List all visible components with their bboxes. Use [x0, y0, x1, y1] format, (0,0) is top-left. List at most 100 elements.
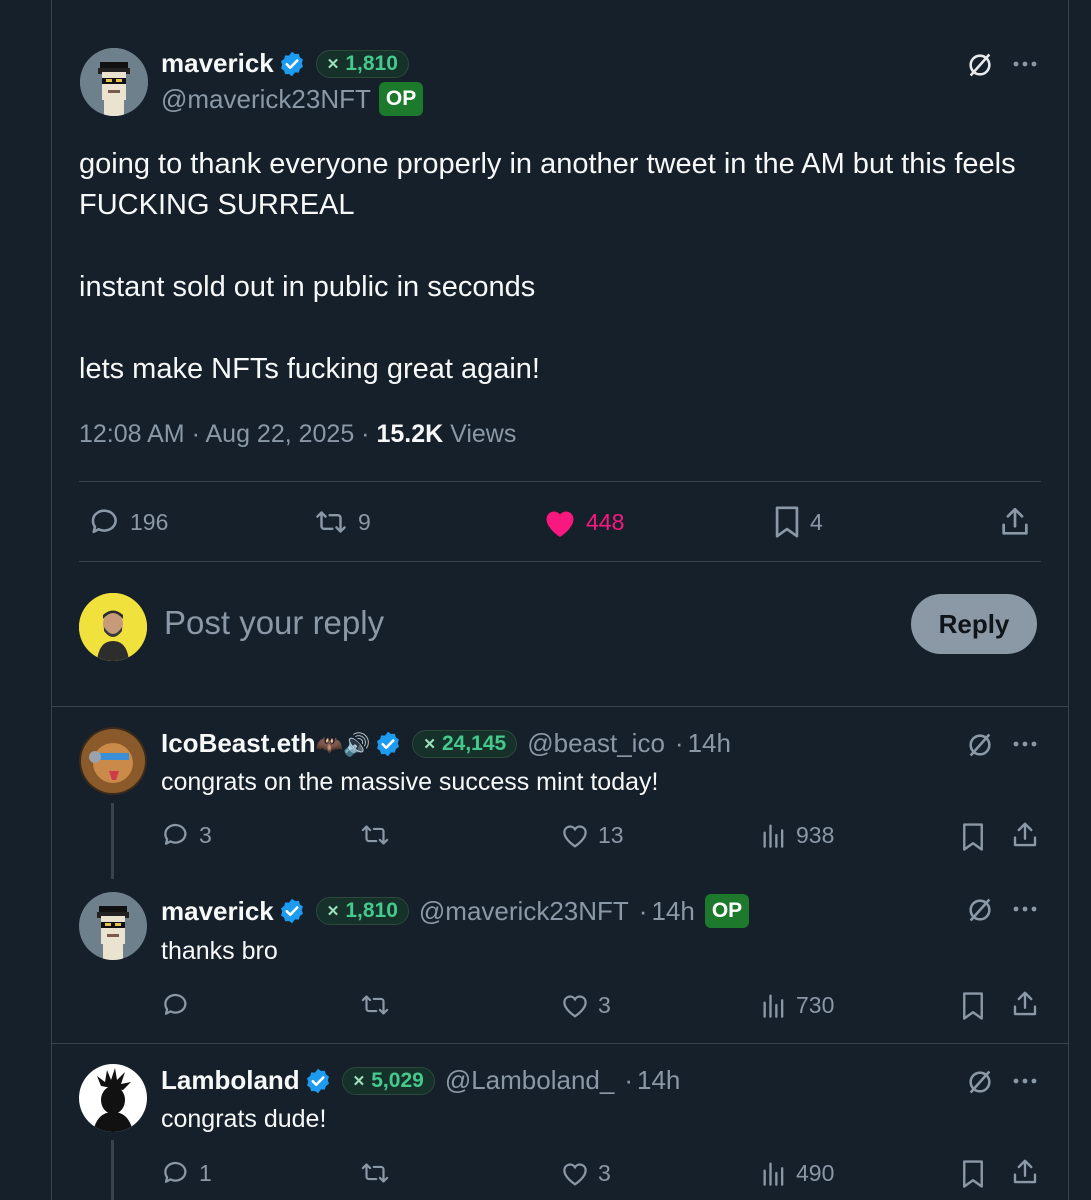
score-badge: ✕ 1,810 — [315, 49, 409, 78]
thread-line — [111, 803, 114, 879]
x-icon: ✕ — [352, 1072, 366, 1090]
grok-icon[interactable] — [966, 1068, 994, 1096]
more-options-icon[interactable] — [1012, 1072, 1038, 1090]
reply-text: congrats on the massive success mint tod… — [161, 768, 659, 796]
x-icon: ✕ — [326, 55, 340, 73]
grok-icon[interactable] — [966, 896, 994, 924]
repost-icon — [361, 995, 389, 1015]
reply-icon — [91, 509, 117, 534]
heart-icon — [563, 825, 587, 848]
analytics-icon — [763, 1162, 784, 1186]
reply-action[interactable]: 196 — [88, 505, 168, 539]
reply-author-name[interactable]: Lamboland — [161, 1065, 300, 1096]
verified-badge-icon — [280, 51, 303, 76]
more-options-icon[interactable] — [1012, 735, 1038, 753]
repost-action[interactable] — [358, 1158, 400, 1188]
reply-button[interactable]: Reply — [911, 594, 1037, 654]
grok-icon[interactable] — [966, 731, 994, 759]
post-paragraph: instant sold out in public in seconds — [79, 271, 536, 303]
bookmark-icon — [775, 506, 799, 538]
x-icon: ✕ — [423, 735, 436, 753]
more-options-icon[interactable] — [1012, 55, 1038, 73]
x-icon: ✕ — [326, 903, 340, 920]
reply-time[interactable]: 14h — [688, 728, 731, 759]
reply-icon — [164, 1161, 187, 1183]
score-badge: ✕ 1,810 — [315, 897, 409, 925]
reply-author-handle[interactable]: @maverick23NFT — [419, 896, 629, 927]
reply-text: thanks bro — [161, 937, 278, 965]
like-action[interactable]: 13 — [560, 820, 624, 850]
analytics-icon — [763, 824, 784, 848]
share-icon[interactable] — [1010, 989, 1040, 1019]
verified-badge-icon — [280, 898, 303, 924]
repost-icon — [361, 1163, 389, 1183]
author-name[interactable]: maverick — [161, 48, 274, 79]
grok-icon[interactable] — [966, 51, 994, 79]
bookmark-icon[interactable] — [960, 991, 986, 1021]
repost-icon — [316, 511, 346, 533]
heart-filled-icon — [546, 511, 574, 537]
share-icon[interactable] — [1010, 1157, 1040, 1187]
bookmark-icon[interactable] — [960, 822, 986, 852]
reply-action[interactable]: 1 — [161, 1158, 212, 1188]
repost-action[interactable] — [358, 990, 400, 1020]
repost-action[interactable] — [358, 820, 400, 850]
like-action[interactable]: 3 — [560, 1158, 611, 1188]
lion-avatar-icon — [79, 727, 147, 795]
thread-line — [111, 1140, 114, 1200]
reply-avatar[interactable] — [79, 727, 147, 795]
views-label: Views — [450, 420, 517, 448]
reply-icon — [164, 993, 187, 1015]
score-badge: ✕ 24,145 — [412, 729, 518, 758]
repost-icon — [361, 825, 389, 845]
reply-action[interactable]: 3 — [161, 820, 212, 850]
more-options-icon[interactable] — [1012, 900, 1038, 918]
reply-text: congrats dude! — [161, 1105, 327, 1133]
views-action[interactable]: 730 — [760, 990, 834, 1020]
user-photo-icon — [79, 593, 147, 661]
reply-avatar[interactable] — [79, 892, 147, 960]
reply-author-name[interactable]: maverick — [161, 896, 274, 927]
post-body: going to thank everyone properly in anot… — [79, 144, 1039, 390]
reply-input[interactable]: Post your reply — [164, 604, 384, 642]
reply-time[interactable]: 14h — [651, 896, 694, 927]
post-time[interactable]: 12:08 AM — [79, 420, 185, 448]
views-count: 15.2K — [376, 420, 444, 448]
heart-icon — [563, 995, 587, 1018]
views-action[interactable]: 490 — [760, 1158, 834, 1188]
like-action[interactable]: 448 — [542, 505, 624, 539]
silhouette-avatar-icon — [79, 1064, 147, 1132]
repost-action[interactable]: 9 — [312, 505, 371, 539]
author-avatar[interactable] — [80, 48, 148, 116]
verified-badge-icon — [306, 1068, 329, 1093]
verified-badge-icon — [377, 731, 400, 756]
reply-avatar[interactable] — [79, 1064, 147, 1132]
divider — [79, 561, 1041, 562]
bookmark-action[interactable]: 4 — [772, 505, 823, 539]
current-user-avatar[interactable] — [79, 593, 147, 661]
share-action[interactable] — [998, 505, 1032, 539]
reply-action[interactable] — [161, 990, 199, 1020]
views-action[interactable]: 938 — [760, 820, 834, 850]
reply-author-handle[interactable]: @Lamboland_ — [445, 1065, 615, 1096]
post-timestamp-line: 12:08 AM · Aug 22, 2025 · 15.2K Views — [79, 420, 517, 448]
share-icon[interactable] — [1010, 820, 1040, 850]
op-badge: OP — [378, 82, 424, 116]
like-action[interactable]: 3 — [560, 990, 611, 1020]
post-paragraph: lets make NFTs fucking great again! — [79, 353, 540, 385]
reply-icon — [164, 823, 187, 845]
heart-icon — [563, 1163, 587, 1186]
pixel-punk-avatar-icon — [79, 892, 147, 960]
reply-author-name[interactable]: IcoBeast.eth🦇🔊 — [161, 728, 370, 759]
divider — [79, 481, 1041, 482]
post-date[interactable]: Aug 22, 2025 — [205, 420, 354, 448]
share-icon — [1002, 507, 1028, 535]
reply-time[interactable]: 14h — [637, 1065, 680, 1096]
analytics-icon — [763, 994, 784, 1018]
op-badge: OP — [704, 894, 750, 928]
bookmark-icon[interactable] — [960, 1159, 986, 1189]
post-paragraph: going to thank everyone properly in anot… — [79, 148, 1016, 221]
score-badge: ✕ 5,029 — [341, 1066, 435, 1095]
author-handle[interactable]: @maverick23NFT — [161, 84, 371, 115]
reply-author-handle[interactable]: @beast_ico — [527, 728, 665, 759]
